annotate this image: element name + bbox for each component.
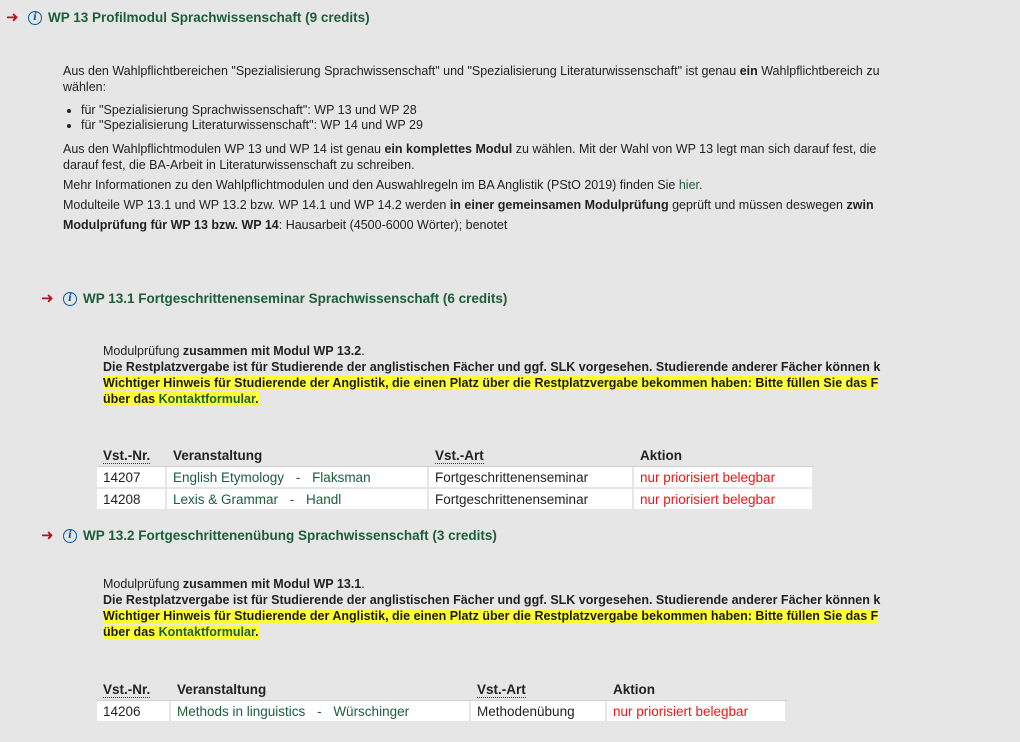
col-veranstaltung: Veranstaltung	[171, 679, 471, 701]
arrow-right-icon: ➜	[41, 527, 54, 544]
wp13-title[interactable]: WP 13 Profilmodul Sprachwissenschaft (9 …	[48, 10, 370, 25]
vst-art: Fortgeschrittenenseminar	[429, 489, 634, 511]
wp13-heading: ➜ i WP 13 Profilmodul Sprachwissenschaft…	[6, 10, 370, 25]
wp131-notes: Modulprüfung zusammen mit Modul WP 13.2.…	[103, 343, 880, 407]
wp131-heading: ➜ i WP 13.1 Fortgeschrittenenseminar Spr…	[41, 291, 507, 306]
col-vst-nr: Vst.-Nr.	[97, 445, 167, 467]
vst-nr: 14208	[97, 489, 167, 511]
hinweis-highlight-line2: über das Kontaktformular.	[103, 625, 259, 639]
info-icon[interactable]: i	[63, 528, 77, 543]
hinweis-highlight-line2: über das Kontaktformular.	[103, 392, 259, 406]
table-header-row: Vst.-Nr. Veranstaltung Vst.-Art Aktion	[97, 445, 814, 467]
restplatz-note: Die Restplatzvergabe ist für Studierende…	[103, 360, 881, 374]
col-veranstaltung: Veranstaltung	[167, 445, 429, 467]
lecturer-link[interactable]: Handl	[306, 492, 341, 507]
info-icon[interactable]: i	[28, 10, 42, 25]
course-link[interactable]: Lexis & Grammar	[173, 492, 278, 507]
wp132-notes: Modulprüfung zusammen mit Modul WP 13.1.…	[103, 576, 880, 640]
lecturer-link[interactable]: Würschinger	[333, 704, 409, 719]
course-cell: Methods in linguistics - Würschinger	[171, 701, 471, 723]
intro-text: Aus den Wahlpflichtbereichen "Spezialisi…	[63, 64, 880, 78]
table-row: 14206 Methods in linguistics - Würschinger…	[97, 701, 787, 723]
kontaktformular-link[interactable]: Kontaktformular	[159, 392, 256, 406]
col-aktion: Aktion	[607, 679, 787, 701]
vst-nr: 14207	[97, 467, 167, 489]
hinweis-highlight: Wichtiger Hinweis für Studierende der An…	[103, 376, 879, 390]
course-cell: English Etymology - Flaksman	[167, 467, 429, 489]
col-vst-nr: Vst.-Nr.	[97, 679, 171, 701]
arrow-right-icon: ➜	[41, 290, 54, 307]
vst-art: Methodenübung	[471, 701, 607, 723]
wp131-course-table: Vst.-Nr. Veranstaltung Vst.-Art Aktion 1…	[97, 445, 814, 511]
wahlpflicht-text: Aus den Wahlpflichtmodulen WP 13 und WP …	[63, 142, 877, 156]
modulpruefung-text: Modulprüfung für WP 13 bzw. WP 14: Hausa…	[63, 218, 508, 232]
col-vst-art: Vst.-Art	[471, 679, 607, 701]
wp132-course-table: Vst.-Nr. Veranstaltung Vst.-Art Aktion 1…	[97, 679, 787, 723]
list-item: für "Spezialisierung Sprachwissenschaft"…	[81, 103, 880, 118]
action-status: nur priorisiert belegbar	[634, 467, 814, 489]
wp132-heading: ➜ i WP 13.2 Fortgeschrittenenübung Sprac…	[41, 528, 497, 543]
modulpruefung-note: Modulprüfung zusammen mit Modul WP 13.1.	[103, 577, 365, 591]
modulpruefung-note: Modulprüfung zusammen mit Modul WP 13.2.	[103, 344, 365, 358]
action-status: nur priorisiert belegbar	[634, 489, 814, 511]
spezialisierung-list: für "Spezialisierung Sprachwissenschaft"…	[63, 103, 880, 133]
modulteile-text: Modulteile WP 13.1 und WP 13.2 bzw. WP 1…	[63, 198, 874, 212]
course-link[interactable]: English Etymology	[173, 470, 284, 485]
course-cell: Lexis & Grammar - Handl	[167, 489, 429, 511]
col-aktion: Aktion	[634, 445, 814, 467]
list-item: für "Spezialisierung Literaturwissenscha…	[81, 118, 880, 133]
wp131-title[interactable]: WP 13.1 Fortgeschrittenenseminar Sprachw…	[83, 291, 507, 306]
wp13-description: Aus den Wahlpflichtbereichen "Spezialisi…	[63, 63, 880, 233]
hinweis-highlight: Wichtiger Hinweis für Studierende der An…	[103, 609, 879, 623]
vst-nr: 14206	[97, 701, 171, 723]
lecturer-link[interactable]: Flaksman	[312, 470, 371, 485]
info-icon[interactable]: i	[63, 291, 77, 306]
wp132-title[interactable]: WP 13.2 Fortgeschrittenenübung Sprachwis…	[83, 528, 497, 543]
restplatz-note: Die Restplatzvergabe ist für Studierende…	[103, 593, 881, 607]
table-header-row: Vst.-Nr. Veranstaltung Vst.-Art Aktion	[97, 679, 787, 701]
more-info-text: Mehr Informationen zu den Wahlpflichtmod…	[63, 178, 703, 192]
course-link[interactable]: Methods in linguistics	[177, 704, 305, 719]
kontaktformular-link[interactable]: Kontaktformular	[159, 625, 256, 639]
table-row: 14208 Lexis & Grammar - Handl Fortgeschrit…	[97, 489, 814, 511]
table-row: 14207 English Etymology - Flaksman Fortges…	[97, 467, 814, 489]
arrow-right-icon: ➜	[6, 9, 19, 26]
action-status: nur priorisiert belegbar	[607, 701, 787, 723]
vst-art: Fortgeschrittenenseminar	[429, 467, 634, 489]
hier-link[interactable]: hier	[679, 178, 699, 192]
col-vst-art: Vst.-Art	[429, 445, 634, 467]
